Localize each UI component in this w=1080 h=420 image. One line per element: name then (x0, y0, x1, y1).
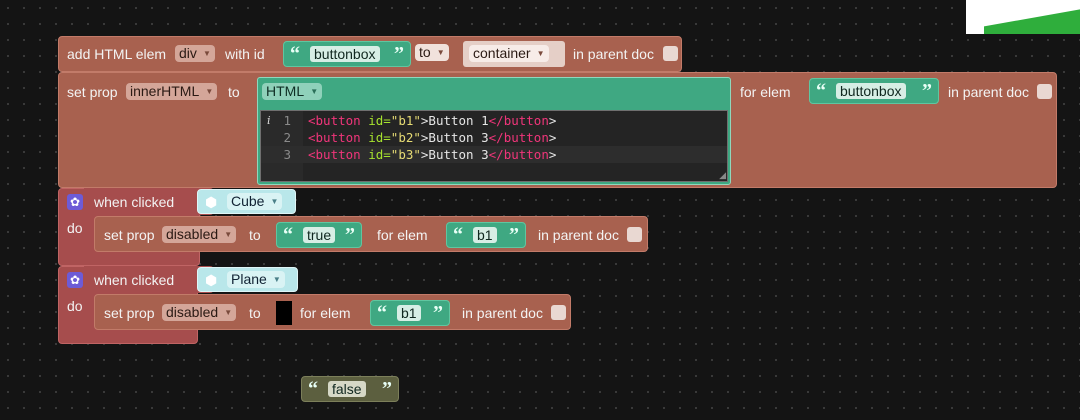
elem-text-block[interactable]: “ b1 ” (370, 300, 450, 326)
label-for-elem: for elem (740, 84, 791, 100)
target-dropdown[interactable]: container (469, 45, 549, 62)
code-editor[interactable]: i 1 <button id="b1">Button 1</button> 2 … (260, 110, 728, 182)
empty-value-socket[interactable] (276, 301, 292, 325)
label-when-clicked: when clicked (94, 272, 175, 288)
code-line-active[interactable]: 3 <button id="b3">Button 3</button> (261, 146, 727, 163)
html-code-block[interactable]: HTML i 1 <button id="b1">Button 1</butto… (257, 77, 731, 185)
id-text-block[interactable]: “ buttonbox ” (283, 41, 411, 67)
label-when-clicked: when clicked (94, 194, 175, 210)
to-dropdown[interactable]: to (415, 44, 449, 61)
in-parent-doc-checkbox[interactable] (663, 46, 678, 61)
open-quote-icon: “ (283, 224, 293, 246)
label-to: to (249, 305, 261, 321)
label-with-id: with id (225, 46, 265, 62)
gear-icon[interactable]: ✿ (67, 194, 83, 210)
close-quote-icon: ” (509, 224, 519, 246)
value-text[interactable]: true (303, 227, 336, 243)
label-set-prop: set prop (104, 305, 155, 321)
scene-preview-corner (966, 0, 1080, 34)
set-prop-disabled-block[interactable]: set prop disabled to “ true ” for elem “… (94, 216, 648, 252)
set-prop-innerhtml-block[interactable]: set prop innerHTML to HTML i 1 <button i… (58, 72, 1057, 188)
close-quote-icon: ” (345, 224, 355, 246)
close-quote-icon: ” (433, 302, 443, 324)
elem-text-value[interactable]: b1 (473, 227, 497, 243)
code-line[interactable]: 2 <button id="b2">Button 3</button> (261, 129, 727, 146)
label-in-parent-doc: in parent doc (573, 46, 654, 62)
label-set-prop: set prop (67, 84, 118, 100)
open-quote-icon: “ (290, 43, 300, 65)
object-dropdown[interactable]: Cube (227, 193, 283, 210)
label-add-html-elem: add HTML elem (67, 46, 167, 62)
resize-handle-icon[interactable]: ◢ (719, 170, 726, 181)
target-block[interactable]: container (463, 41, 565, 67)
close-quote-icon: ” (922, 80, 932, 102)
elem-text-value[interactable]: buttonbox (836, 83, 906, 99)
prop-dropdown[interactable]: disabled (162, 226, 237, 243)
in-parent-doc-checkbox[interactable] (627, 227, 642, 242)
cube-icon: ⬢ (205, 194, 218, 210)
cube-icon: ⬢ (205, 272, 218, 288)
label-in-parent-doc: in parent doc (462, 305, 543, 321)
gear-icon[interactable]: ✿ (67, 272, 83, 288)
elem-text-value[interactable]: b1 (397, 305, 421, 321)
elem-type-dropdown[interactable]: div (175, 45, 215, 62)
open-quote-icon: “ (453, 224, 463, 246)
open-quote-icon: “ (816, 80, 826, 102)
object-block-plane[interactable]: ⬢ Plane (197, 267, 298, 292)
open-quote-icon: “ (377, 302, 387, 324)
in-parent-doc-checkbox[interactable] (551, 305, 566, 320)
label-to: to (228, 84, 240, 100)
label-in-parent-doc: in parent doc (948, 84, 1029, 100)
open-quote-icon: “ (308, 378, 318, 400)
label-set-prop: set prop (104, 227, 155, 243)
add-html-elem-block[interactable]: add HTML elem div with id “ buttonbox ” … (58, 36, 682, 72)
elem-text-block[interactable]: “ b1 ” (446, 222, 526, 248)
label-do: do (67, 298, 83, 314)
object-dropdown[interactable]: Plane (227, 271, 285, 288)
label-for-elem: for elem (377, 227, 428, 243)
label-do: do (67, 220, 83, 236)
label-for-elem: for elem (300, 305, 351, 321)
elem-text-block[interactable]: “ buttonbox ” (809, 78, 939, 104)
value-text-block[interactable]: “ true ” (276, 222, 362, 248)
close-quote-icon: ” (382, 378, 392, 400)
object-block-cube[interactable]: ⬢ Cube (197, 189, 296, 214)
prop-dropdown[interactable]: innerHTML (126, 83, 218, 100)
label-to: to (249, 227, 261, 243)
label-in-parent-doc: in parent doc (538, 227, 619, 243)
loose-false-text-block[interactable]: “ false ” (301, 376, 399, 402)
close-quote-icon: ” (394, 43, 404, 65)
id-text-value[interactable]: buttonbox (310, 46, 380, 62)
prop-dropdown[interactable]: disabled (162, 304, 237, 321)
code-line[interactable]: 1 <button id="b1">Button 1</button> (261, 112, 727, 129)
set-prop-disabled-block[interactable]: set prop disabled to for elem “ b1 ” in … (94, 294, 571, 330)
in-parent-doc-checkbox[interactable] (1037, 84, 1052, 99)
false-text-value[interactable]: false (328, 381, 366, 397)
lang-dropdown[interactable]: HTML (262, 83, 323, 100)
